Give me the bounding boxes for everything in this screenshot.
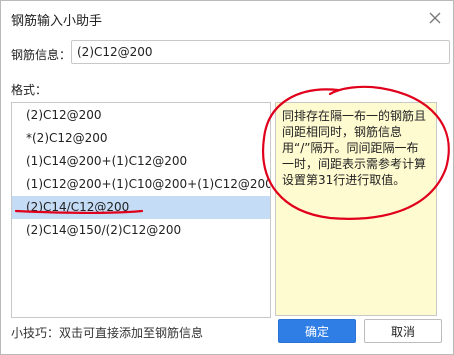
format-list-item[interactable]: (1)C12@200+(1)C10@200+(1)C12@200 — [12, 173, 270, 196]
tip-text: 小技巧：双击可直接添加至钢筋信息 — [11, 326, 204, 340]
format-list-item[interactable]: *(2)C12@200 — [12, 127, 270, 150]
format-list-item[interactable]: (2)C12@200 — [12, 104, 270, 127]
steel-info-label: 钢筋信息： — [11, 48, 72, 62]
format-list-item[interactable]: (1)C14@200+(1)C12@200 — [12, 150, 270, 173]
format-list-item-selected[interactable]: (2)C14/C12@200 — [12, 196, 270, 219]
steel-input-assistant-dialog: 钢筋输入小助手 钢筋信息： 格式： (2)C12@200 *(2)C12@200… — [0, 0, 454, 355]
cancel-button[interactable]: 取消 — [364, 319, 442, 343]
format-list-item[interactable]: (2)C14@150/(2)C12@200 — [12, 219, 270, 242]
steel-info-input[interactable] — [71, 40, 450, 64]
ok-button[interactable]: 确定 — [278, 319, 356, 343]
format-label: 格式： — [11, 83, 48, 97]
close-icon[interactable] — [427, 10, 443, 26]
format-description-note: 同排存在隔一布一的钢筋且间距相同时，钢筋信息用“/”隔开。同间距隔一布一时，间距… — [275, 102, 437, 316]
dialog-title: 钢筋输入小助手 — [11, 14, 103, 29]
format-list[interactable]: (2)C12@200 *(2)C12@200 (1)C14@200+(1)C12… — [11, 102, 271, 318]
